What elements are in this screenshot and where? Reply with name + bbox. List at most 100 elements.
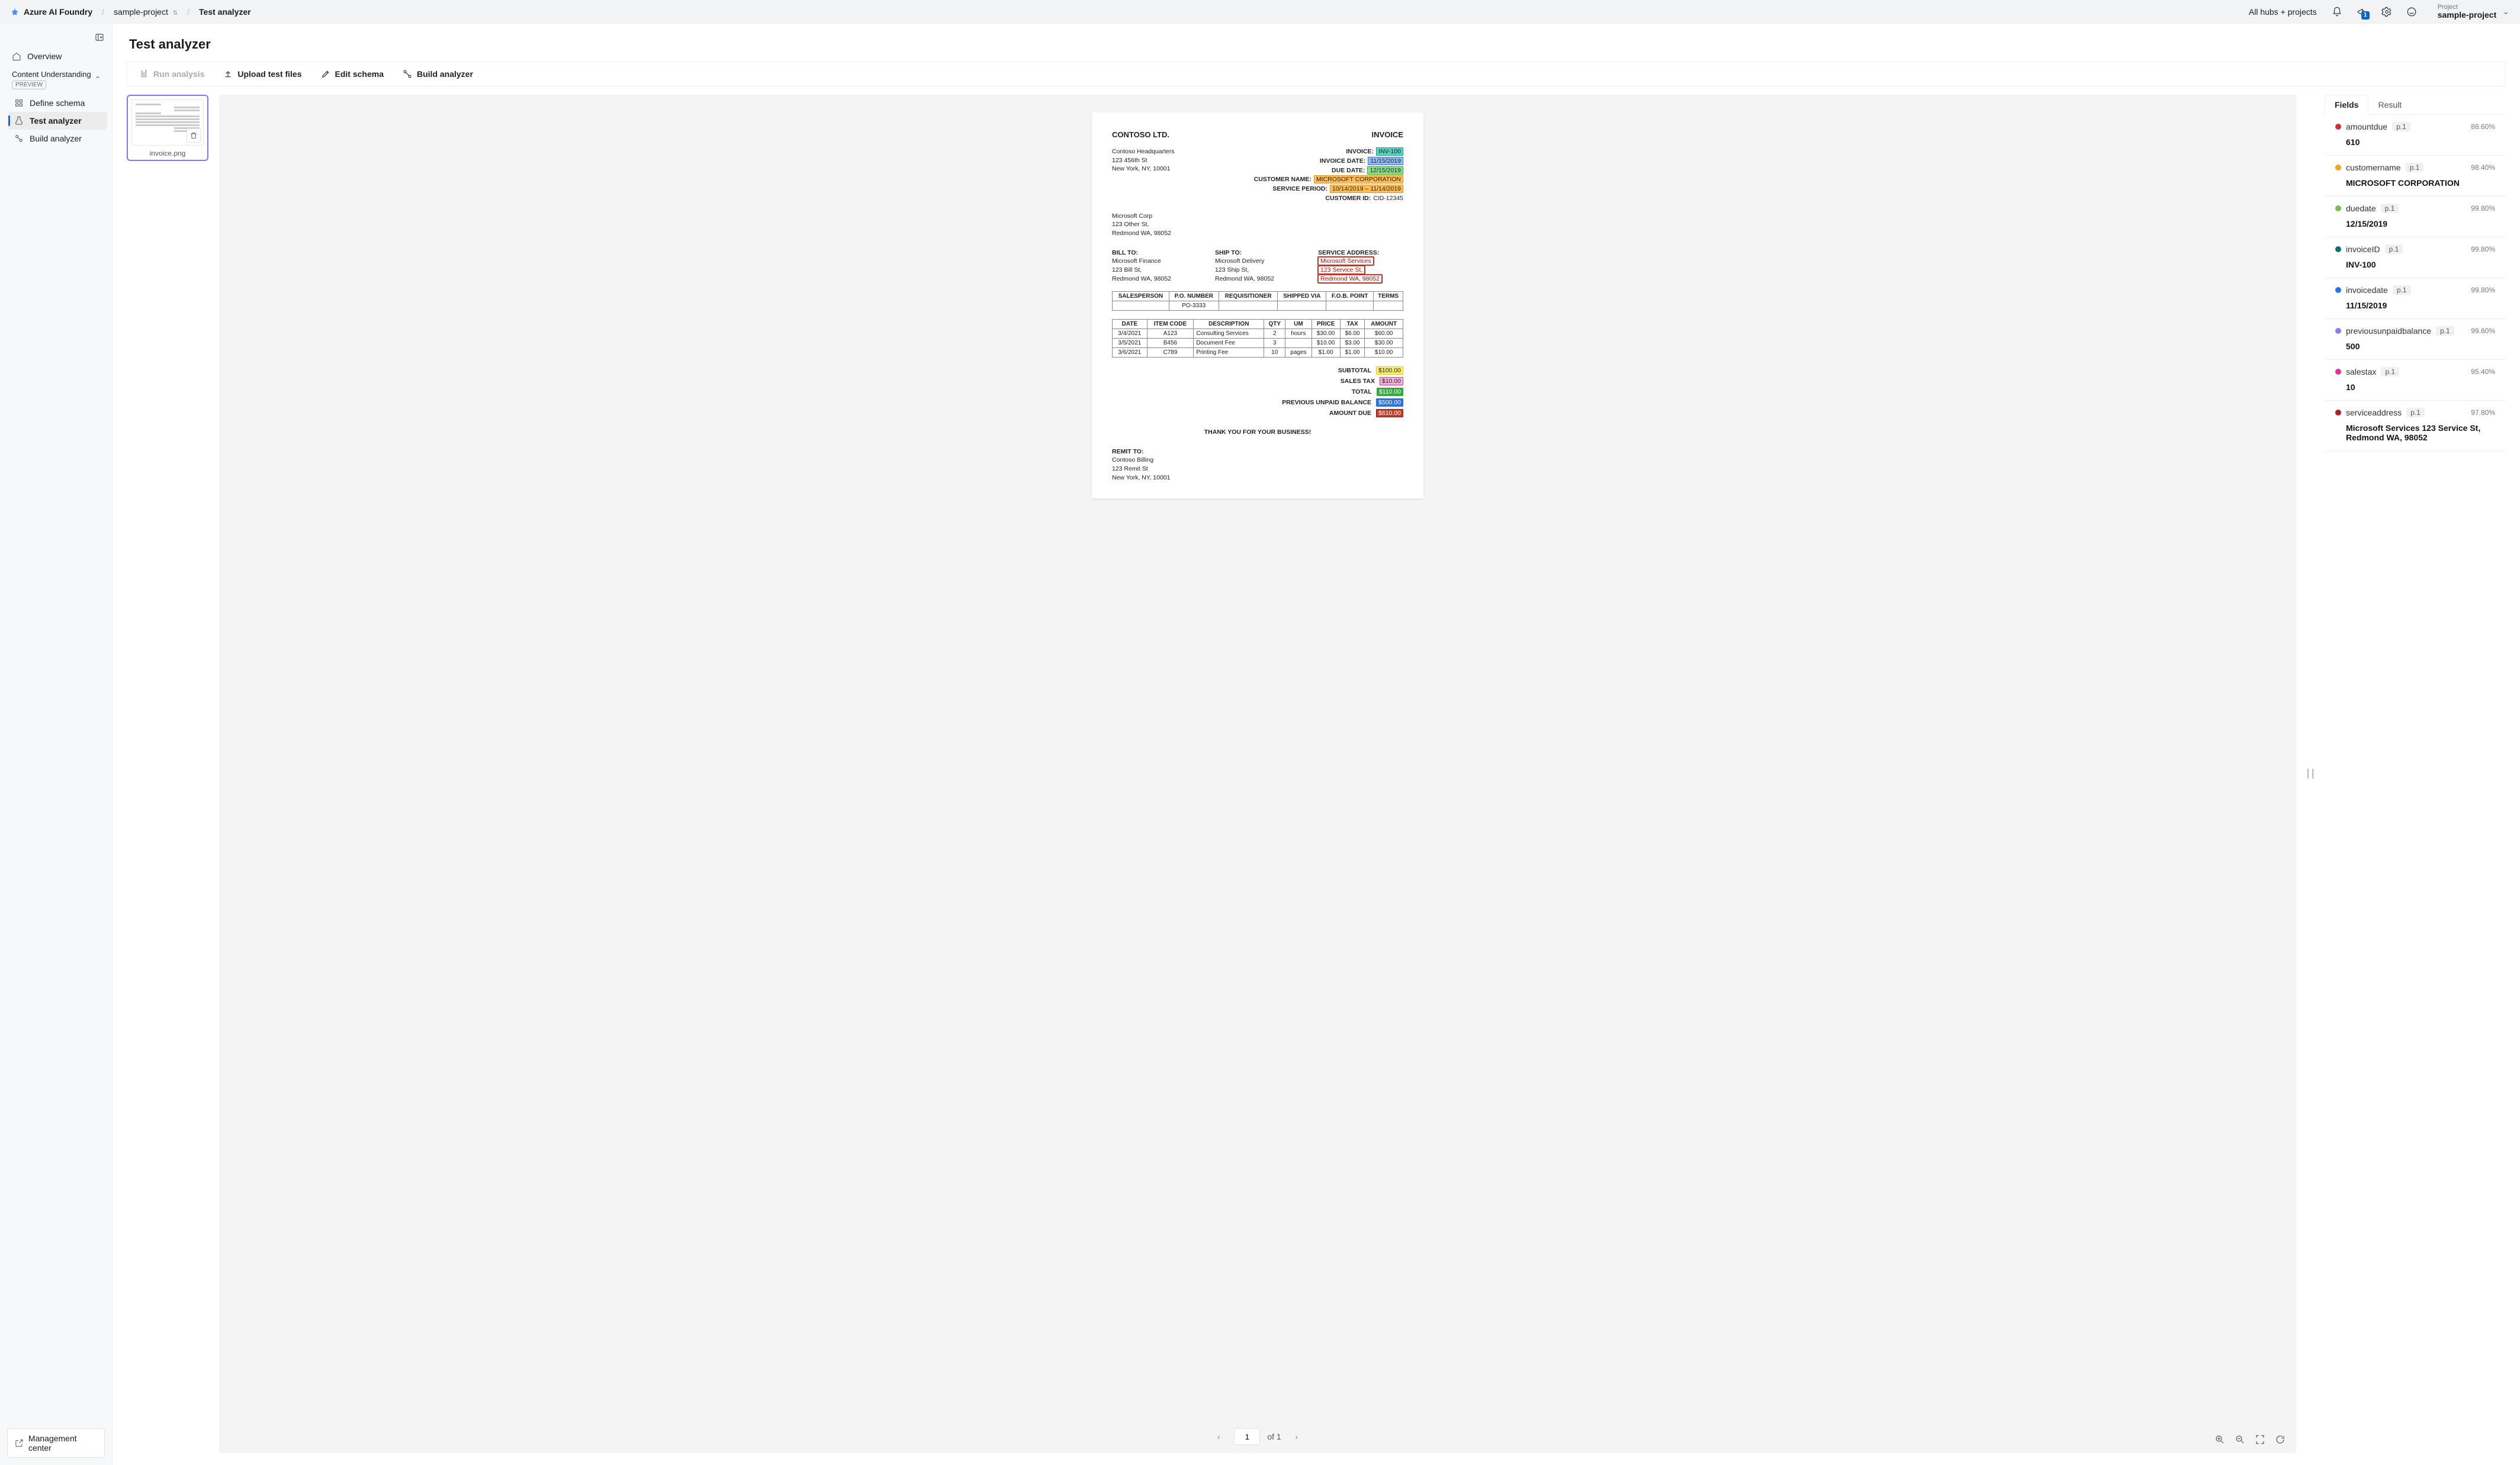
inv-table-header: SALESPERSONP.O. NUMBER REQUISITIONERSHIP… [1112, 291, 1403, 311]
field-value: 12/15/2019 [2346, 219, 2495, 228]
field-page-tag: p.1 [2392, 122, 2410, 131]
inv-ship-from: Microsoft Corp 123 Other St, Redmond WA,… [1112, 212, 1403, 238]
field-name: invoicedate [2346, 285, 2388, 295]
pager-prev-button[interactable]: ‹ [1210, 1428, 1227, 1445]
field-value: 11/15/2019 [2346, 301, 2495, 310]
field-name: salestax [2346, 367, 2376, 376]
results-panel: Fields Result amountduep.188.60%610custo… [2325, 95, 2506, 1453]
field-page-tag: p.1 [2406, 408, 2425, 417]
field-confidence: 99.80% [2471, 286, 2495, 294]
chevron-updown-icon: ⇅ [171, 10, 178, 17]
build-analyzer-button[interactable]: Build analyzer [394, 65, 481, 83]
inv-remit: REMIT TO: Contoso Billing 123 Remit St N… [1112, 447, 1403, 482]
announcement-badge: 1 [2361, 11, 2370, 20]
field-confidence: 99.60% [2471, 327, 2495, 335]
brand-logo-icon [11, 8, 19, 16]
sidebar-item-build-analyzer[interactable]: Build analyzer [8, 130, 107, 147]
field-page-tag: p.1 [2406, 163, 2424, 172]
crumb-project[interactable]: sample-project ⇅ [114, 7, 178, 17]
field-confidence: 95.40% [2471, 368, 2495, 376]
field-item[interactable]: salestax p.1 95.40% 10 [2325, 360, 2506, 401]
sidebar-collapse-button[interactable] [6, 30, 107, 47]
sidebar-item-define-schema[interactable]: Define schema [8, 94, 107, 112]
field-item[interactable]: customernamep.198.40%MICROSOFT CORPORATI… [2325, 156, 2506, 197]
field-confidence: 99.80% [2471, 245, 2495, 253]
zoom-in-icon[interactable] [2213, 1433, 2226, 1446]
field-color-dot [2335, 124, 2341, 130]
inv-thanks: THANK YOU FOR YOUR BUSINESS! [1112, 429, 1403, 436]
sidebar-item-overview[interactable]: Overview [6, 47, 107, 65]
crumb-page: Test analyzer [199, 7, 251, 17]
field-page-tag: p.1 [2436, 326, 2454, 336]
preview-viewport[interactable]: CONTOSO LTD. INVOICE Contoso Headquarter… [219, 95, 2296, 1428]
action-bar: Run analysis Upload test files Edit sche… [127, 62, 2506, 86]
announcements-icon[interactable]: 1 [2352, 2, 2371, 21]
management-center-button[interactable]: Management center [7, 1428, 105, 1458]
thumbnail-image [131, 99, 204, 146]
edit-schema-button[interactable]: Edit schema [313, 65, 392, 83]
field-item[interactable]: invoiceID p.1 99.80% INV-100 [2325, 237, 2506, 278]
field-name: duedate [2346, 204, 2376, 213]
inv-table-items: DATEITEM CODE DESCRIPTIONQTY UMPRICE TAX… [1112, 319, 1403, 358]
field-confidence: 88.60% [2471, 123, 2495, 131]
invoice-document: CONTOSO LTD. INVOICE Contoso Headquarter… [1092, 112, 1423, 498]
pager-next-button[interactable]: › [1288, 1428, 1305, 1445]
field-color-dot [2335, 205, 2341, 211]
results-tabs: Fields Result [2325, 95, 2506, 115]
sidebar-item-test-analyzer[interactable]: Test analyzer [8, 112, 107, 130]
inv-company: CONTOSO LTD. [1112, 130, 1169, 139]
tab-result[interactable]: Result [2368, 95, 2411, 114]
field-page-tag: p.1 [2393, 285, 2411, 295]
sidebar-item-label: Test analyzer [30, 116, 82, 125]
field-page-tag: p.1 [2381, 367, 2399, 376]
project-picker[interactable]: Project sample-project ⌄ [2427, 4, 2509, 20]
field-item[interactable]: previousunpaidbalancep.199.60%500 [2325, 319, 2506, 360]
tab-fields[interactable]: Fields [2325, 95, 2368, 115]
pager-of-text: of 1 [1267, 1432, 1281, 1441]
field-item[interactable]: amountduep.188.60%610 [2325, 115, 2506, 156]
rotate-icon[interactable] [2274, 1433, 2287, 1446]
chevron-down-icon: ⌄ [2502, 7, 2509, 17]
field-color-dot [2335, 165, 2341, 170]
field-value: 500 [2346, 342, 2495, 351]
field-item[interactable]: duedatep.199.80%12/15/2019 [2325, 197, 2506, 237]
field-value: 10 [2346, 382, 2495, 392]
sidebar-item-label: Build analyzer [30, 134, 82, 143]
vertical-splitter[interactable]: ┃┃ [2307, 95, 2314, 1453]
field-value: INV-100 [2346, 260, 2495, 269]
inv-ship-to: SHIP TO: Microsoft Delivery 123 Ship St,… [1215, 249, 1300, 284]
zoom-out-icon[interactable] [2233, 1433, 2246, 1446]
sidebar-item-label: Overview [27, 51, 62, 61]
settings-icon[interactable] [2377, 2, 2396, 21]
crumb-sep: / [184, 7, 193, 17]
upload-test-files-button[interactable]: Upload test files [215, 65, 310, 83]
preview-panel: CONTOSO LTD. INVOICE Contoso Headquarter… [219, 95, 2296, 1453]
field-color-dot [2335, 328, 2341, 334]
field-page-tag: p.1 [2385, 244, 2403, 254]
all-hubs-link[interactable]: All hubs + projects [2244, 7, 2322, 17]
app-header: Azure AI Foundry / sample-project ⇅ / Te… [0, 0, 2520, 24]
inv-service-addr: SERVICE ADDRESS: Microsoft Services 123 … [1318, 249, 1403, 284]
field-confidence: 98.40% [2471, 163, 2495, 172]
field-color-dot [2335, 287, 2341, 293]
main: Test analyzer Run analysis Upload test f… [112, 24, 2520, 1465]
run-analysis-button: Run analysis [131, 65, 213, 83]
field-name: serviceaddress [2346, 408, 2402, 417]
field-item[interactable]: serviceaddressp.197.80%Microsoft Service… [2325, 401, 2506, 451]
pager-input[interactable] [1234, 1428, 1260, 1445]
preview-chip: PREVIEW [12, 81, 46, 89]
notifications-icon[interactable] [2328, 2, 2347, 21]
field-name: invoiceID [2346, 244, 2380, 254]
sidebar-group-content-understanding[interactable]: Content Understanding PREVIEW ⌃ [6, 65, 107, 92]
sidebar-item-label: Define schema [30, 98, 85, 108]
inv-doclabel: INVOICE [1372, 130, 1403, 139]
feedback-icon[interactable] [2402, 2, 2421, 21]
field-item[interactable]: invoicedate p.1 99.80% 11/15/2019 [2325, 278, 2506, 319]
brand[interactable]: Azure AI Foundry [11, 7, 92, 17]
fit-icon[interactable] [2254, 1433, 2267, 1446]
fields-list[interactable]: amountduep.188.60%610customernamep.198.4… [2325, 115, 2506, 1453]
delete-thumbnail-button[interactable] [187, 128, 201, 143]
thumbnail-card[interactable]: invoice.png [127, 95, 208, 161]
field-name: amountdue [2346, 122, 2387, 131]
field-confidence: 99.80% [2471, 204, 2495, 212]
